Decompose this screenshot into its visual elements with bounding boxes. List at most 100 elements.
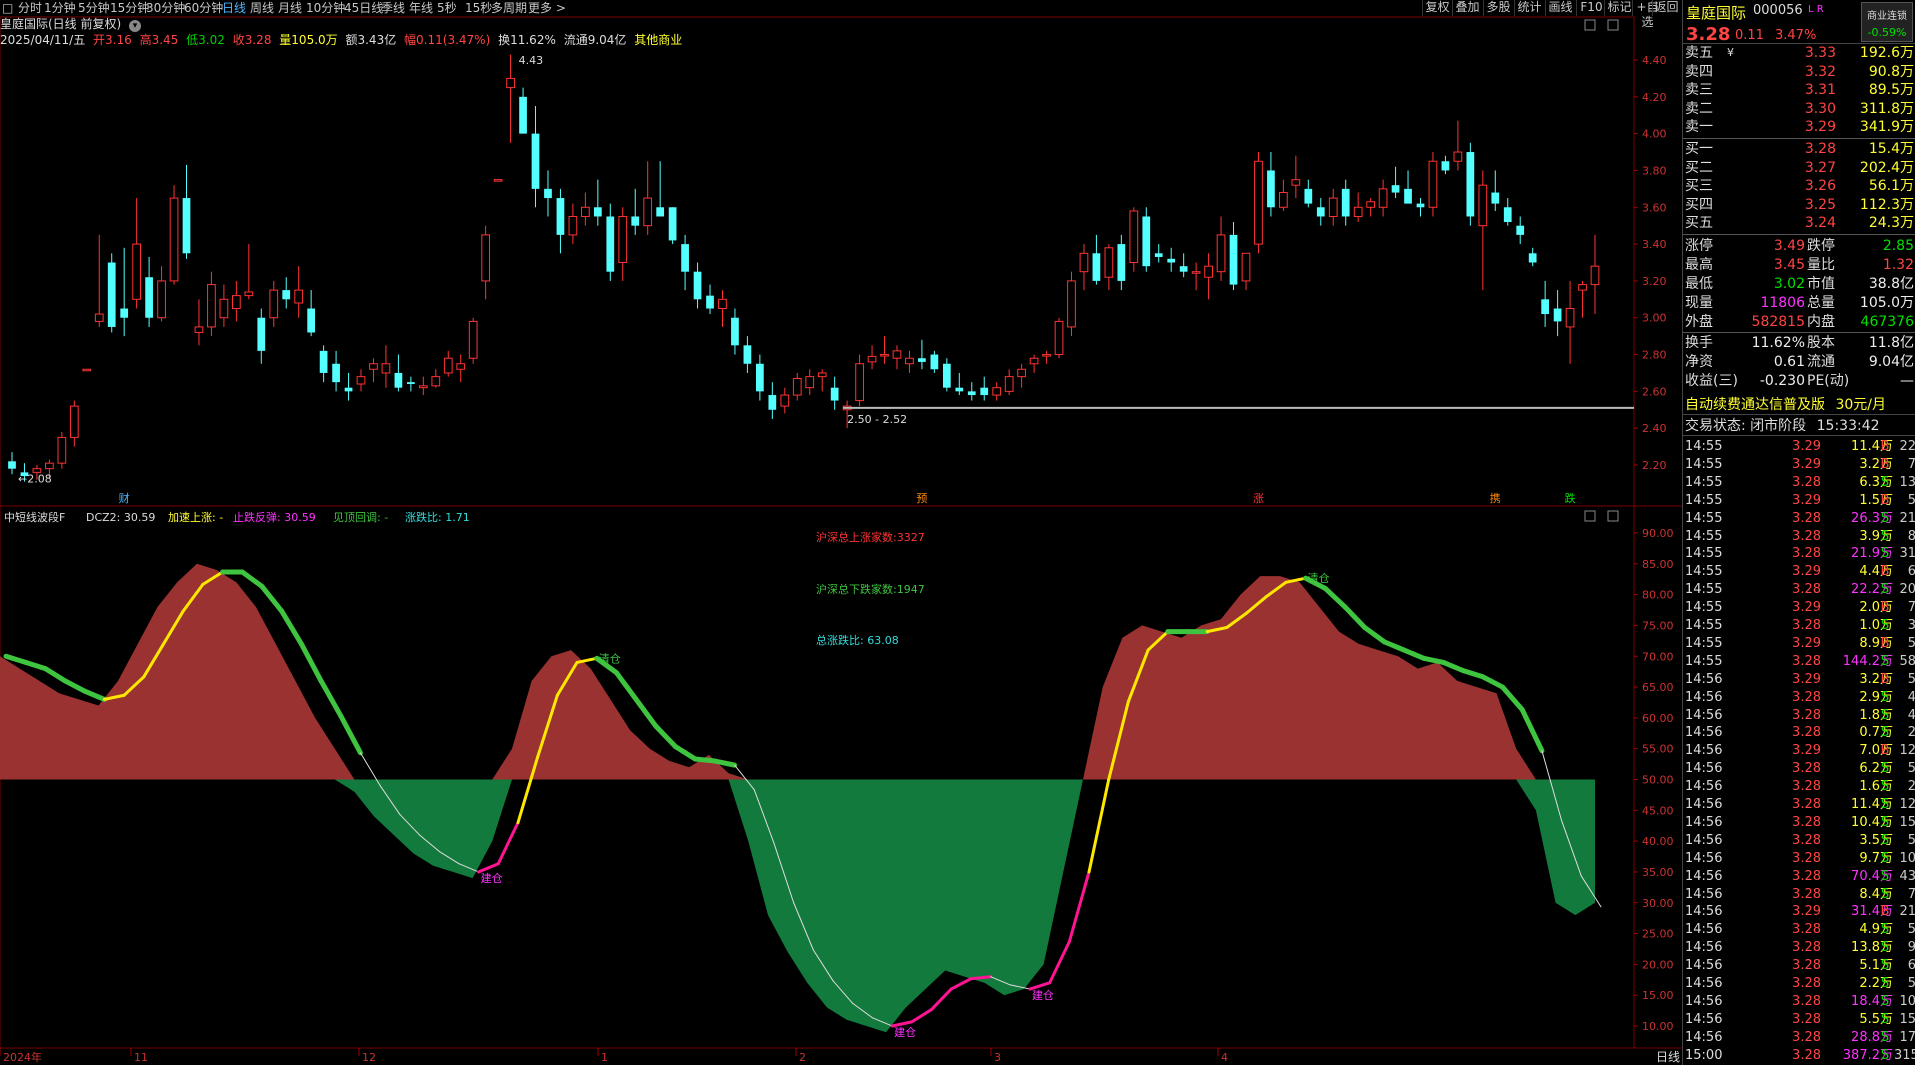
candle-body [606, 216, 615, 272]
bid-volume: 202.4万 [1859, 159, 1914, 176]
tick-row: 14:55 3.29 2.0万 B 7 [1683, 599, 1915, 617]
stat-value: 38.8亿 [1868, 276, 1914, 292]
chart-canvas[interactable]: 4.40 4.20 4.00 3.80 3.60 3.40 3.20 3.00 2.80 2.60… [0, 0, 1682, 1065]
tick-price: 3.28 [1792, 1047, 1821, 1063]
candle-body [1254, 160, 1263, 245]
tick-side: S [1880, 618, 1890, 633]
osc-axis-label: 20.00 [1642, 958, 1674, 971]
tick-row: 14:56 3.28 2.9万 S 4 [1683, 689, 1915, 707]
bid-row[interactable]: 买四 3.25 112.3万 [1683, 196, 1915, 214]
tick-side: S [1880, 761, 1890, 777]
ask-volume: 311.8万 [1859, 100, 1914, 117]
bid-row[interactable]: 买五 3.24 24.3万 [1683, 214, 1915, 232]
tick-row: 14:56 3.28 0.7万 S 2 [1683, 724, 1915, 742]
bid-row[interactable]: 买二 3.27 202.4万 [1683, 159, 1915, 177]
osc-area-above [0, 563, 1595, 780]
trade-status-row: 交易状态: 闭市阶段 15:33:42 [1683, 416, 1915, 436]
candle-body [69, 405, 79, 438]
candle-body [1503, 207, 1512, 222]
tick-time: 14:55 [1685, 653, 1723, 669]
toolbar-button[interactable]: 多股 [1483, 0, 1513, 16]
osc-line-segment [1048, 940, 1071, 985]
stat-label: 总量 [1807, 295, 1835, 311]
tick-time: 14:56 [1685, 886, 1723, 902]
candle-body [1416, 203, 1425, 208]
ask-row[interactable]: 卖三 3.31 89.5万 [1683, 81, 1915, 99]
buy-signal: 建仓 [894, 1025, 916, 1039]
osc-axis-label: 80.00 [1642, 589, 1674, 602]
tick-row: 14:56 3.29 31.4万 B 21 [1683, 903, 1915, 921]
stat-row: 现量 11806 总量 105.0万 [1683, 294, 1915, 312]
tick-price: 3.28 [1792, 832, 1821, 848]
ask-volume: 89.5万 [1868, 82, 1914, 99]
candle-body [618, 215, 628, 264]
indicator-top: 见顶回调: - [333, 511, 388, 524]
ask-row[interactable]: 卖五 ¥3.33 192.6万 [1683, 44, 1915, 62]
toolbar-button[interactable]: 复权 [1422, 0, 1452, 16]
ask-row[interactable]: 卖二 3.30 311.8万 [1683, 100, 1915, 118]
ask-row[interactable]: 卖四 3.32 90.8万 [1683, 63, 1915, 81]
candle-body [493, 179, 503, 182]
tick-time: 14:56 [1685, 689, 1723, 705]
candle-body [219, 298, 229, 319]
candle-body [892, 350, 902, 359]
osc-line-segment [496, 821, 520, 866]
tick-count: 5 [1907, 492, 1915, 508]
osc-line-segment [1362, 624, 1387, 645]
candle-body [519, 96, 527, 134]
candle-body [1378, 188, 1388, 208]
osc-axis-label: 75.00 [1642, 619, 1674, 632]
tick-price: 3.29 [1792, 564, 1821, 580]
tick-count: 5 [1907, 761, 1915, 777]
toolbar-button[interactable]: F10 [1576, 0, 1606, 16]
ask-row[interactable]: 卖一 3.29 341.9万 [1683, 118, 1915, 136]
osc-line-segment [298, 641, 324, 684]
quote-panel: 皇庭国际 000056 L R 3.28 0.11 3.47% 商业连锁 -0.… [1682, 0, 1915, 1065]
ask-label: 卖五 [1685, 45, 1713, 61]
toolbar-button[interactable]: 叠加 [1452, 0, 1482, 16]
sector-badge[interactable]: 商业连锁 -0.59% [1861, 2, 1913, 42]
tick-row: 14:56 3.28 4.9万 S 5 [1683, 921, 1915, 939]
bid-row[interactable]: 买三 3.26 56.1万 [1683, 177, 1915, 195]
osc-area-below [0, 779, 1595, 1033]
date-axis-label: 4 [1221, 1051, 1228, 1064]
toolbar-button[interactable]: 返回 [1652, 0, 1680, 16]
tick-price: 3.28 [1792, 797, 1821, 812]
toolbar-button[interactable]: 画线 [1545, 0, 1575, 16]
candle-body [369, 363, 378, 370]
candle-body [992, 387, 1002, 396]
tick-time: 14:56 [1685, 850, 1723, 866]
candle-body [443, 357, 453, 374]
candle-body [743, 345, 752, 364]
tick-row: 14:55 3.29 1.5万 B 5 [1683, 492, 1915, 510]
tick-row: 14:55 3.28 6.3万 S 13 [1683, 474, 1915, 492]
toolbar-button[interactable]: 统计 [1514, 0, 1544, 16]
stat-value: 582815 [1751, 314, 1805, 330]
stat-value: 11806 [1760, 295, 1805, 311]
osc-line-segment [318, 678, 344, 719]
stat-value: -0.230 [1759, 373, 1805, 389]
osc-line-segment [1342, 604, 1368, 630]
candle-body [656, 207, 665, 217]
tick-side: S [1880, 976, 1890, 991]
promo-banner[interactable]: 自动续费通达信普及版 30元/月 [1683, 395, 1915, 415]
candle-body [107, 262, 116, 327]
tick-count: 5 [1907, 832, 1915, 848]
stat-label: PE(动) [1807, 373, 1850, 389]
candle-body [544, 188, 552, 199]
event-marker: 携 [1490, 491, 1501, 505]
tick-count: 22 [1899, 439, 1915, 454]
tick-price: 3.28 [1792, 814, 1821, 830]
tick-price: 3.28 [1792, 958, 1821, 974]
candle-body [1316, 207, 1325, 217]
osc-axis-label: 70.00 [1642, 650, 1674, 663]
bid-row[interactable]: 买一 3.28 15.4万 [1683, 140, 1915, 158]
tick-price: 3.28 [1792, 528, 1821, 544]
candle-body [481, 234, 491, 282]
tick-price: 3.28 [1792, 886, 1821, 902]
tick-count: 5 [1907, 922, 1915, 938]
tick-time: 14:56 [1685, 743, 1723, 759]
candle-body [244, 291, 254, 297]
tick-side: S [1880, 1029, 1890, 1045]
toolbar-button[interactable]: 标记 [1604, 0, 1634, 16]
